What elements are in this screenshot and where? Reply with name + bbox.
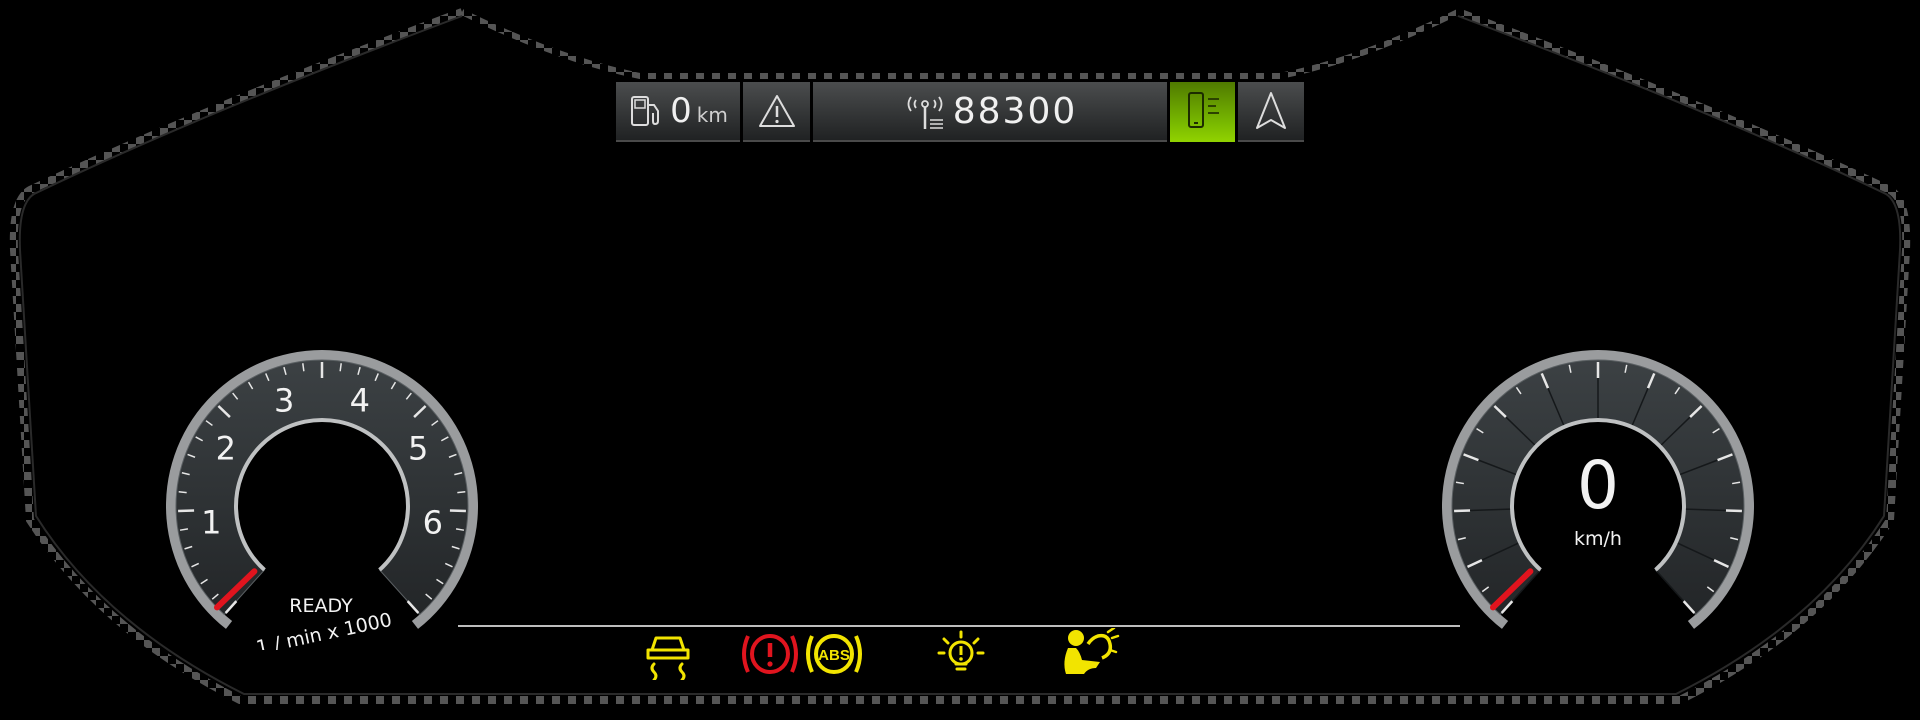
warning-triangle-icon [758,95,795,127]
tachometer-gauge: 123 456 READY 1 / min x 1000 [166,350,478,650]
radio-display[interactable]: 88300 [813,82,1167,142]
speedometer-gauge: 0 km/h [1442,350,1754,629]
airbag-warning-icon [1064,628,1120,674]
lamp-divider [458,625,1460,627]
tachometer-tick-label: 6 [423,504,443,542]
speedo-tick [1454,509,1471,513]
speed-unit: km/h [1574,528,1622,550]
tach-tick [339,363,342,372]
tachometer-tick-label: 4 [350,382,370,420]
warning-display[interactable] [743,82,810,142]
brake-warning-icon [742,634,798,674]
navigation-display[interactable] [1238,82,1304,142]
tach-tick [178,491,187,494]
range-unit: km [696,103,728,127]
speed-value: 0 [1577,447,1619,524]
phone-icon [1187,92,1219,128]
radio-frequency: 88300 [952,90,1078,132]
range-display[interactable]: 0 km [616,82,740,142]
tach-tick [449,509,466,513]
tachometer-tick-label: 2 [216,430,236,468]
instrument-cluster: 0 km 88300 1 2 3 4 5 6 READY 1 / min x 1… [0,0,1920,720]
tach-tick [457,491,466,494]
range-value: 0 [670,91,693,131]
phone-display[interactable] [1170,82,1235,142]
traction-control-icon [646,636,690,680]
tachometer-status: READY [289,595,353,617]
tach-tick [302,363,305,372]
navigation-arrow-icon [1256,92,1286,129]
tachometer-tick-label: 5 [408,430,428,468]
tach-tick [178,509,195,513]
abs-icon: ABS [806,634,862,674]
bulb-failure-icon [937,630,985,671]
radio-antenna-icon [907,96,943,129]
tachometer-tick-label: 1 [201,504,221,542]
speedo-tick [1725,509,1742,513]
abs-label: ABS [818,647,850,664]
top-status-bar: 0 km 88300 [616,82,1304,142]
tachometer-tick-label: 3 [274,382,294,420]
fuel-pump-icon [631,96,660,126]
